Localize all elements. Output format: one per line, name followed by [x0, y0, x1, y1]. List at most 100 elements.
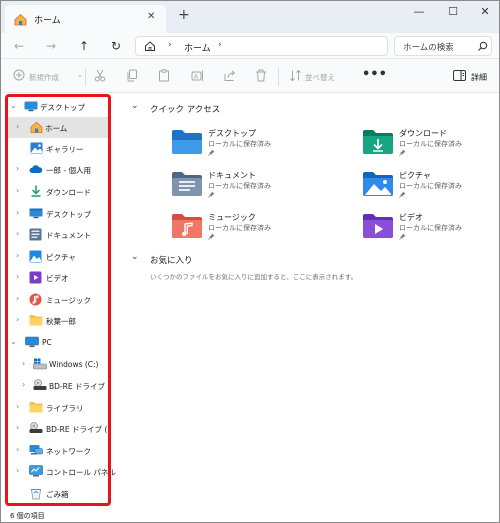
tab-home[interactable]: ホーム ✕	[5, 5, 166, 33]
sidebar-item-bd-drive-pc[interactable]: › BD-RE ドライブ (D:	[1, 375, 117, 396]
chevron-right-icon[interactable]: ›	[16, 466, 19, 475]
search-input[interactable]: ホームの検索	[394, 36, 492, 56]
chevron-down-icon[interactable]: ⌄	[77, 71, 83, 79]
chevron-right-icon[interactable]: ›	[16, 186, 19, 195]
sidebar-item-home[interactable]: › ホーム	[5, 117, 108, 138]
chevron-right-icon[interactable]: ›	[16, 164, 19, 173]
details-button-label[interactable]: 詳細	[471, 72, 487, 83]
sidebar-item-label: BD-RE ドライブ (D:)	[46, 425, 108, 434]
sidebar-item-pc[interactable]: ⌄ PC	[1, 332, 117, 353]
item-name: ドキュメント	[208, 171, 256, 180]
chevron-right-icon[interactable]: ›	[16, 229, 19, 238]
tab-title: ホーム	[34, 16, 61, 26]
sidebar-item-gallery[interactable]: ギャラリー	[1, 138, 117, 159]
sidebar-item-label: コントロール パネル	[46, 468, 116, 477]
sidebar-item-documents[interactable]: › ドキュメント	[1, 224, 117, 245]
chevron-right-icon[interactable]: ›	[22, 380, 25, 389]
paste-icon[interactable]	[158, 69, 170, 84]
sidebar-item-label: PC	[42, 338, 52, 347]
more-options-icon[interactable]: •••	[362, 67, 387, 82]
new-tab-button[interactable]: +	[178, 7, 190, 23]
maximize-button[interactable]: ☐	[442, 5, 464, 21]
sort-button-label[interactable]: 並べ替え	[305, 72, 335, 83]
sidebar-item-libraries[interactable]: › ライブラリ	[1, 397, 117, 418]
sidebar-item-label: ごみ箱	[46, 490, 69, 499]
quick-access-item-videos[interactable]: ビデオ ローカルに保存済み	[362, 211, 499, 251]
quick-access-item-pictures[interactable]: ピクチャ ローカルに保存済み	[362, 169, 499, 209]
sidebar-item-desktop[interactable]: › デスクトップ	[1, 203, 117, 224]
chevron-right-icon[interactable]: ›	[16, 423, 19, 432]
quick-access-item-documents[interactable]: ドキュメント ローカルに保存済み	[171, 169, 321, 209]
item-status: ローカルに保存済み	[399, 140, 462, 148]
chevron-right-icon[interactable]: ›	[16, 122, 19, 131]
chevron-down-icon[interactable]: ⌄	[131, 101, 139, 111]
sidebar-item-bd-drive[interactable]: › BD-RE ドライブ (D:)	[1, 418, 117, 439]
chevron-right-icon[interactable]: ›	[16, 315, 19, 324]
sidebar-item-label: ドキュメント	[46, 231, 91, 240]
delete-icon[interactable]	[255, 69, 267, 84]
up-arrow-icon[interactable]: ↑	[75, 37, 93, 55]
sidebar-item-network[interactable]: › ネットワーク	[1, 440, 117, 461]
rename-icon[interactable]: A	[191, 69, 204, 84]
item-status: ローカルに保存済み	[208, 140, 271, 148]
back-arrow-icon[interactable]: ←	[10, 37, 28, 55]
pin-icon	[399, 233, 406, 242]
copy-icon[interactable]	[126, 69, 138, 84]
quick-access-item-desktop[interactable]: デスクトップ ローカルに保存済み	[171, 127, 321, 167]
address-bar[interactable]: › ホーム ›	[135, 36, 388, 56]
refresh-icon[interactable]: ↻	[107, 37, 125, 55]
sidebar-item-user-folder[interactable]: › 秋葉一郎	[1, 310, 117, 331]
sidebar-item-label: 一郎 - 個人用	[46, 166, 91, 175]
command-bar: 新規作成 ⌄ A 並べ替え ••• 詳細	[1, 59, 499, 93]
cut-icon[interactable]	[94, 69, 106, 84]
close-button[interactable]: ✕	[474, 5, 496, 21]
sidebar-item-label: デスクトップ	[40, 103, 85, 112]
home-outline-icon[interactable]	[144, 40, 156, 54]
breadcrumb-chevron-icon[interactable]: ›	[168, 40, 172, 50]
library-icon	[29, 401, 43, 415]
sidebar-item-music[interactable]: › ミュージック	[1, 289, 117, 310]
details-pane-icon[interactable]	[453, 70, 466, 83]
section-title-favorites[interactable]: お気に入り	[150, 254, 193, 266]
chevron-down-icon[interactable]: ⌄	[10, 101, 17, 110]
sidebar-item-videos[interactable]: › ビデオ	[1, 267, 117, 288]
quick-access-item-music[interactable]: ミュージック ローカルに保存済み	[171, 211, 321, 251]
onedrive-icon	[29, 163, 43, 177]
new-button-label[interactable]: 新規作成	[29, 72, 59, 83]
chevron-right-icon[interactable]: ›	[16, 445, 19, 454]
sort-icon[interactable]	[289, 69, 302, 84]
sidebar-item-desktop-root[interactable]: ⌄ デスクトップ	[1, 96, 117, 117]
desktop-icon	[24, 100, 38, 114]
sidebar-item-windows-drive[interactable]: › Windows (C:)	[1, 354, 117, 375]
home-icon	[30, 121, 43, 135]
section-title-quick-access[interactable]: クイック アクセス	[150, 103, 220, 115]
sidebar-item-recycle-bin[interactable]: ごみ箱	[1, 483, 117, 504]
sidebar-item-pictures[interactable]: › ピクチャ	[1, 246, 117, 267]
recycle-bin-icon	[30, 487, 42, 502]
chevron-right-icon[interactable]: ›	[22, 359, 25, 368]
sidebar-item-onedrive[interactable]: › 一郎 - 個人用	[1, 159, 117, 180]
chevron-right-icon[interactable]: ›	[16, 251, 19, 260]
plus-circle-icon[interactable]	[13, 69, 25, 83]
quick-access-item-downloads[interactable]: ダウンロード ローカルに保存済み	[362, 127, 499, 167]
sidebar-item-label: 秋葉一郎	[46, 317, 76, 326]
chevron-down-icon[interactable]: ⌄	[131, 252, 139, 262]
chevron-right-icon[interactable]: ›	[16, 208, 19, 217]
tab-close-icon[interactable]: ✕	[147, 11, 155, 22]
sidebar-item-downloads[interactable]: › ダウンロード	[1, 181, 117, 202]
sidebar-item-label: Windows (C:)	[49, 360, 99, 369]
breadcrumb-home[interactable]: ホーム	[184, 41, 211, 54]
pc-icon	[25, 336, 39, 350]
pictures-folder-icon	[362, 171, 394, 199]
chevron-right-icon[interactable]: ›	[16, 294, 19, 303]
sidebar-item-label: ビデオ	[46, 274, 69, 283]
breadcrumb-chevron-icon[interactable]: ›	[218, 40, 222, 50]
favorites-empty-message: いくつかのファイルをお気に入りに追加すると、ここに表示されます。	[150, 273, 358, 281]
minimize-button[interactable]: —	[408, 5, 430, 21]
chevron-down-icon[interactable]: ⌄	[10, 337, 17, 346]
share-icon[interactable]	[223, 69, 236, 84]
forward-arrow-icon[interactable]: →	[42, 37, 60, 55]
chevron-right-icon[interactable]: ›	[16, 272, 19, 281]
sidebar-item-control-panel[interactable]: › コントロール パネル	[1, 461, 117, 482]
chevron-right-icon[interactable]: ›	[16, 402, 19, 411]
